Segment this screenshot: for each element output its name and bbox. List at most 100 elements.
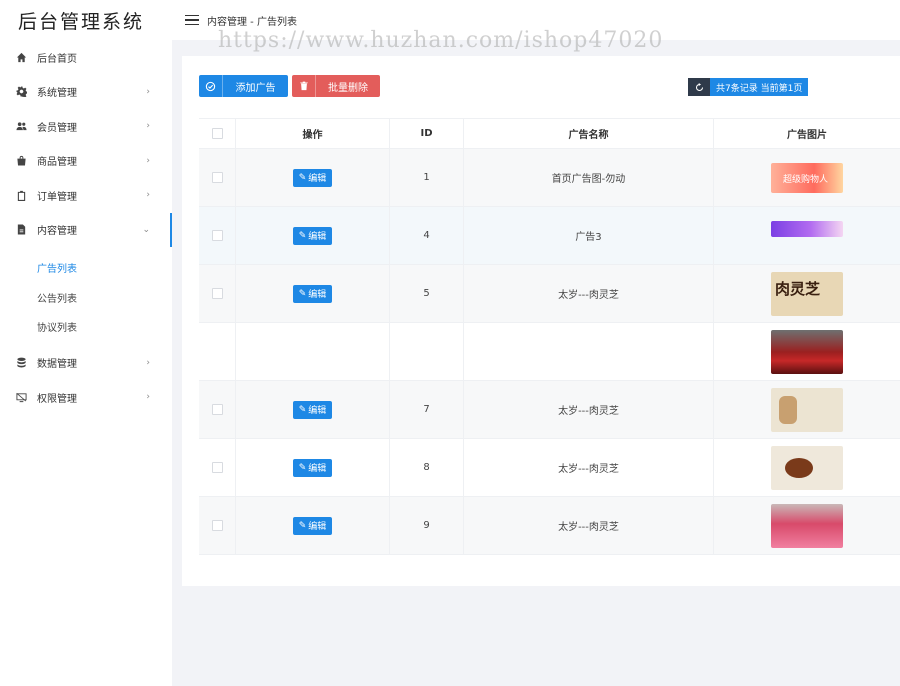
chevron-right-icon: › <box>146 121 150 132</box>
edit-label: 编辑 <box>308 406 327 416</box>
content-submenu: 广告列表 公告列表 协议列表 <box>0 247 172 346</box>
menu-toggle-icon[interactable] <box>185 14 199 26</box>
ad-thumbnail[interactable]: 超级购物人 <box>771 162 843 193</box>
select-cell <box>199 207 236 264</box>
edit-button[interactable]: ✎ 编辑 <box>292 284 333 303</box>
chevron-right-icon: › <box>146 190 150 201</box>
select-all-checkbox[interactable] <box>211 128 223 139</box>
bag-icon <box>16 155 27 166</box>
ad-thumbnail[interactable]: 肉灵芝 <box>771 271 843 316</box>
pencil-icon: ✎ <box>298 520 307 531</box>
add-ad-button[interactable]: 添加广告 <box>199 75 288 97</box>
trash-icon <box>292 75 316 97</box>
sidebar-item-content[interactable]: 内容管理 ⌄ <box>0 212 172 248</box>
edit-button[interactable]: ✎ 编辑 <box>292 516 333 535</box>
actions-cell: ✎ 编辑 <box>236 149 390 206</box>
sidebar-subitem-agreements[interactable]: 协议列表 <box>0 312 172 342</box>
add-ad-label: 添加广告 <box>235 82 276 94</box>
sidebar-item-label: 订单管理 <box>37 191 77 203</box>
batch-delete-label: 批量删除 <box>328 82 368 94</box>
actions-cell: ✎ 编辑 <box>236 497 390 554</box>
edit-button[interactable]: ✎ 编辑 <box>292 226 333 245</box>
id-cell: 5 <box>390 265 464 322</box>
sidebar-item-label: 数据管理 <box>37 359 77 371</box>
edit-button[interactable]: ✎ 编辑 <box>292 400 333 419</box>
chevron-right-icon: › <box>146 357 150 368</box>
home-icon <box>16 52 27 63</box>
row-checkbox[interactable] <box>211 172 223 183</box>
header-select-cell <box>199 119 236 148</box>
edit-label: 编辑 <box>308 464 327 474</box>
row-checkbox[interactable] <box>211 230 223 241</box>
actions-cell: ✎ 编辑 <box>236 207 390 264</box>
sidebar-item-permissions[interactable]: 权限管理 › <box>0 380 172 415</box>
chevron-right-icon: › <box>146 392 150 403</box>
id-cell: 4 <box>390 207 464 264</box>
table-header-row: 操作 ID 广告名称 广告图片 <box>199 118 900 149</box>
document-icon <box>16 224 27 235</box>
sidebar-item-members[interactable]: 会员管理 › <box>0 109 172 144</box>
actions-cell <box>236 323 390 380</box>
sidebar-subitem-ads[interactable]: 广告列表 <box>0 253 172 283</box>
row-checkbox[interactable] <box>211 520 223 531</box>
ad-thumbnail[interactable] <box>771 503 843 548</box>
image-cell <box>714 381 900 438</box>
table-row: ✎ 编辑 1 首页广告图-勿动 超级购物人 <box>199 149 900 207</box>
name-cell <box>464 323 714 380</box>
record-count-badge: 共7条记录 当前第1页 <box>688 78 809 96</box>
gear-icon <box>16 86 27 98</box>
table-row: ✎ 编辑 5 太岁---肉灵芝 肉灵芝 <box>199 265 900 323</box>
name-cell: 太岁---肉灵芝 <box>464 265 714 322</box>
watermark: https://www.huzhan.com/ishop47020 <box>218 28 664 53</box>
table-row: ✎ 编辑 8 太岁---肉灵芝 <box>199 439 900 497</box>
row-checkbox[interactable] <box>211 462 223 473</box>
id-cell: 8 <box>390 439 464 496</box>
refresh-icon[interactable] <box>688 78 710 96</box>
image-cell <box>714 497 900 554</box>
chevron-right-icon: › <box>146 155 150 166</box>
sidebar-item-products[interactable]: 商品管理 › <box>0 144 172 179</box>
sidebar-item-label: 系统管理 <box>37 88 77 100</box>
sidebar-item-label: 商品管理 <box>37 157 77 169</box>
actions-cell: ✎ 编辑 <box>236 265 390 322</box>
header-actions: 操作 <box>236 119 390 148</box>
edit-button[interactable]: ✎ 编辑 <box>292 458 333 477</box>
chevron-down-icon: ⌄ <box>142 224 150 235</box>
pencil-icon: ✎ <box>298 462 307 473</box>
sidebar-item-data[interactable]: 数据管理 › <box>0 346 172 381</box>
ad-thumbnail[interactable] <box>771 220 843 237</box>
users-icon <box>16 121 27 132</box>
batch-delete-button[interactable]: 批量删除 <box>292 75 380 97</box>
select-cell <box>199 265 236 322</box>
ad-thumbnail[interactable] <box>771 387 843 432</box>
pencil-icon: ✎ <box>298 288 307 299</box>
image-cell: 超级购物人 <box>714 149 900 206</box>
pencil-icon: ✎ <box>298 172 307 183</box>
sidebar-subitem-notices[interactable]: 公告列表 <box>0 283 172 313</box>
sidebar-item-orders[interactable]: 订单管理 › <box>0 178 172 213</box>
image-cell: 肉灵芝 <box>714 265 900 322</box>
sidebar-item-system[interactable]: 系统管理 › <box>0 75 172 110</box>
name-cell: 太岁---肉灵芝 <box>464 497 714 554</box>
id-cell <box>390 323 464 380</box>
sidebar-item-label: 后台首页 <box>37 53 77 65</box>
image-cell <box>714 323 900 380</box>
ads-table: 操作 ID 广告名称 广告图片 ✎ 编辑 1 首页广告图-勿动 超级购物人 ✎ 编辑… <box>199 118 900 555</box>
row-checkbox[interactable] <box>211 288 223 299</box>
edit-button[interactable]: ✎ 编辑 <box>292 168 333 187</box>
table-row: ✎ 编辑 9 太岁---肉灵芝 <box>199 497 900 555</box>
ad-thumbnail[interactable] <box>771 329 843 374</box>
select-cell <box>199 439 236 496</box>
header-id: ID <box>390 119 464 148</box>
image-cell <box>714 207 900 264</box>
sidebar-item-home[interactable]: 后台首页 <box>0 40 172 75</box>
ad-thumbnail[interactable] <box>771 445 843 490</box>
table-row: ✎ 编辑 7 太岁---肉灵芝 <box>199 381 900 439</box>
header-name: 广告名称 <box>464 119 714 148</box>
sidebar-item-label: 会员管理 <box>37 122 77 134</box>
thumbnail-text: 超级购物人 <box>783 174 829 185</box>
clipboard-icon <box>16 190 27 201</box>
row-checkbox[interactable] <box>211 404 223 415</box>
edit-label: 编辑 <box>308 174 327 184</box>
select-cell <box>199 149 236 206</box>
